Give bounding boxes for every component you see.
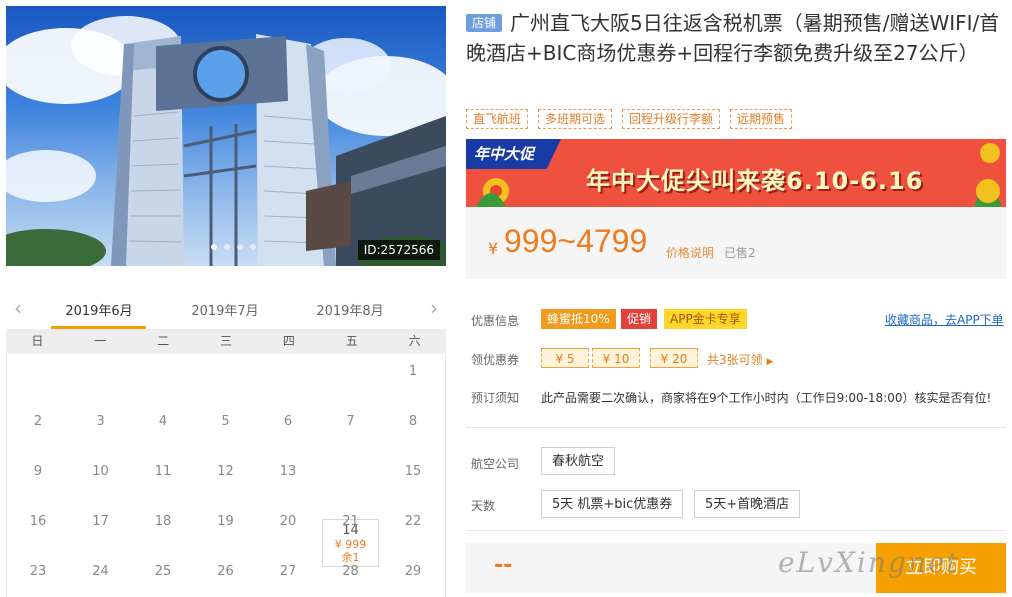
divider [466,427,1006,428]
date-calendar: ‹ 2019年6月 2019年7月 2019年8月 › 日 一 二 三 四 五 … [6,294,446,597]
feature-tag: 回程升级行李额 [622,109,721,129]
calendar-day: 21 [342,514,359,529]
calendar-day: 5 [221,414,230,429]
sold-count: 已售2 [724,246,756,260]
buy-bar: -- 立即购买 [466,543,1006,593]
calendar-day: 4 [158,414,168,429]
calendar-day: 22 [404,514,422,529]
booking-notice: 此产品需要二次确认，商家将在9个工作小时内（工作日9:00-18:00）核实是否… [541,391,992,405]
price-note-link[interactable]: 价格说明 [666,244,714,261]
product-photo[interactable]: ID:2572566 [6,6,446,266]
calendar-day: 10 [92,464,109,479]
photo-id-label: ID:2572566 [357,240,440,260]
calendar-day: 16 [29,514,47,529]
chevron-right-icon[interactable]: › [430,298,438,318]
calendar-day: 9 [33,464,43,479]
calendar-day: 6 [283,414,293,429]
calendar-day: 19 [217,514,234,529]
buy-now-button[interactable]: 立即购买 [876,543,1006,593]
booking-label: 预订须知 [471,391,520,405]
day-stock: 余1 [341,551,360,564]
calendar-day: 26 [217,564,234,579]
shop-badge[interactable]: 店铺 [466,14,503,32]
promo-banner[interactable]: 年中大促 年中大促尖叫来袭6.10-6.16 [466,139,1006,207]
banner-headline: 年中大促尖叫来袭6.10-6.16 [586,167,924,195]
product-title: 广州直飞大阪5日往返含税机票（暑期预售/赠送WIFI/首晚酒店+BIC商场优惠券… [466,11,1000,65]
days-option[interactable]: 5天 机票+bic优惠券 [541,490,684,518]
calendar-grid: 14 ¥ 999 余1 1 2 3 4 5 6 7 8 9 10 11 12 13 15 16 17 18 19 2… [6,354,446,597]
price-value: 999~4799 [504,223,648,259]
calendar-day: 7 [346,414,355,429]
feature-tag: 远期预售 [730,109,793,129]
calendar-day: 28 [342,564,359,579]
slide-dot[interactable] [224,244,230,250]
banner-logo: 年中大促 [466,139,561,169]
offer-tag-app: APP金卡专享 [664,309,747,329]
coupons-label: 领优惠券 [471,353,520,367]
airline-label: 航空公司 [471,457,520,471]
chevron-left-icon[interactable]: ‹ [14,298,22,318]
app-order-link[interactable]: 收藏商品，去APP下单 [885,311,1004,328]
offer-tag-promo: 促销 [621,309,658,329]
weekday-label: 四 [282,334,295,348]
calendar-day: 11 [154,464,172,479]
slide-dot[interactable] [250,244,256,250]
caret-right-icon: ▶ [766,357,774,367]
weekday-label: 三 [220,334,233,348]
product-title-block: 店铺 广州直飞大阪5日往返含税机票（暑期预售/赠送WIFI/首晚酒店+BIC商场优… [466,8,1006,68]
month-tab-june[interactable]: 2019年6月 [49,300,149,319]
coupons-more-link[interactable]: 共3张可领 ▶ [707,351,773,368]
coupon-ticket[interactable]: ¥ 5 [541,348,589,368]
weekday-label: 日 [31,334,44,348]
feature-tag: 多班期可选 [538,109,613,129]
calendar-day: 8 [408,414,418,429]
price-box: ¥ 999~4799 价格说明 已售2 [466,207,1006,279]
airline-option[interactable]: 春秋航空 [541,447,616,475]
calendar-day: 24 [92,564,109,579]
weekday-label: 一 [94,334,107,348]
month-tab-july[interactable]: 2019年7月 [175,300,275,319]
feature-tag: 直飞航班 [466,109,529,129]
slide-indicator [211,244,256,250]
calendar-day: 23 [29,564,47,579]
weekday-label: 五 [345,334,358,348]
calendar-day: 18 [154,514,172,529]
offers-label: 优惠信息 [471,314,520,328]
day-price: ¥ 999 [334,538,367,551]
divider [466,530,1006,531]
calendar-day: 13 [279,464,297,479]
month-tab-august[interactable]: 2019年8月 [300,300,400,319]
offer-tag-honey: 蜂蜜抵10% [541,309,616,329]
coupon-ticket[interactable]: ¥ 10 [592,348,640,368]
calendar-day: 2 [33,414,43,429]
weekday-header: 日 一 二 三 四 五 六 [6,329,446,354]
calendar-day: 25 [154,564,172,579]
calendar-day: 1 [408,364,418,379]
calendar-day: 17 [92,514,109,529]
coupons-more-text: 共3张可领 [707,353,763,367]
calendar-day: 15 [404,464,422,479]
price-currency: ¥ [488,239,499,258]
coupon-ticket[interactable]: ¥ 20 [650,348,698,368]
weekday-label: 六 [408,334,421,348]
calendar-day: 12 [217,464,234,479]
weekday-label: 二 [157,334,170,348]
calendar-day: 3 [96,414,105,429]
selected-price: -- [494,553,513,578]
building-illustration [6,16,446,266]
slide-dot[interactable] [237,244,243,250]
calendar-day: 29 [404,564,422,579]
days-option[interactable]: 5天+首晚酒店 [694,490,801,518]
days-label: 天数 [471,499,496,513]
calendar-day: 27 [279,564,297,579]
slide-dot-active[interactable] [211,244,217,250]
calendar-day: 20 [279,514,297,529]
feature-tags: 直飞航班 多班期可选 回程升级行李额 远期预售 [466,109,793,129]
